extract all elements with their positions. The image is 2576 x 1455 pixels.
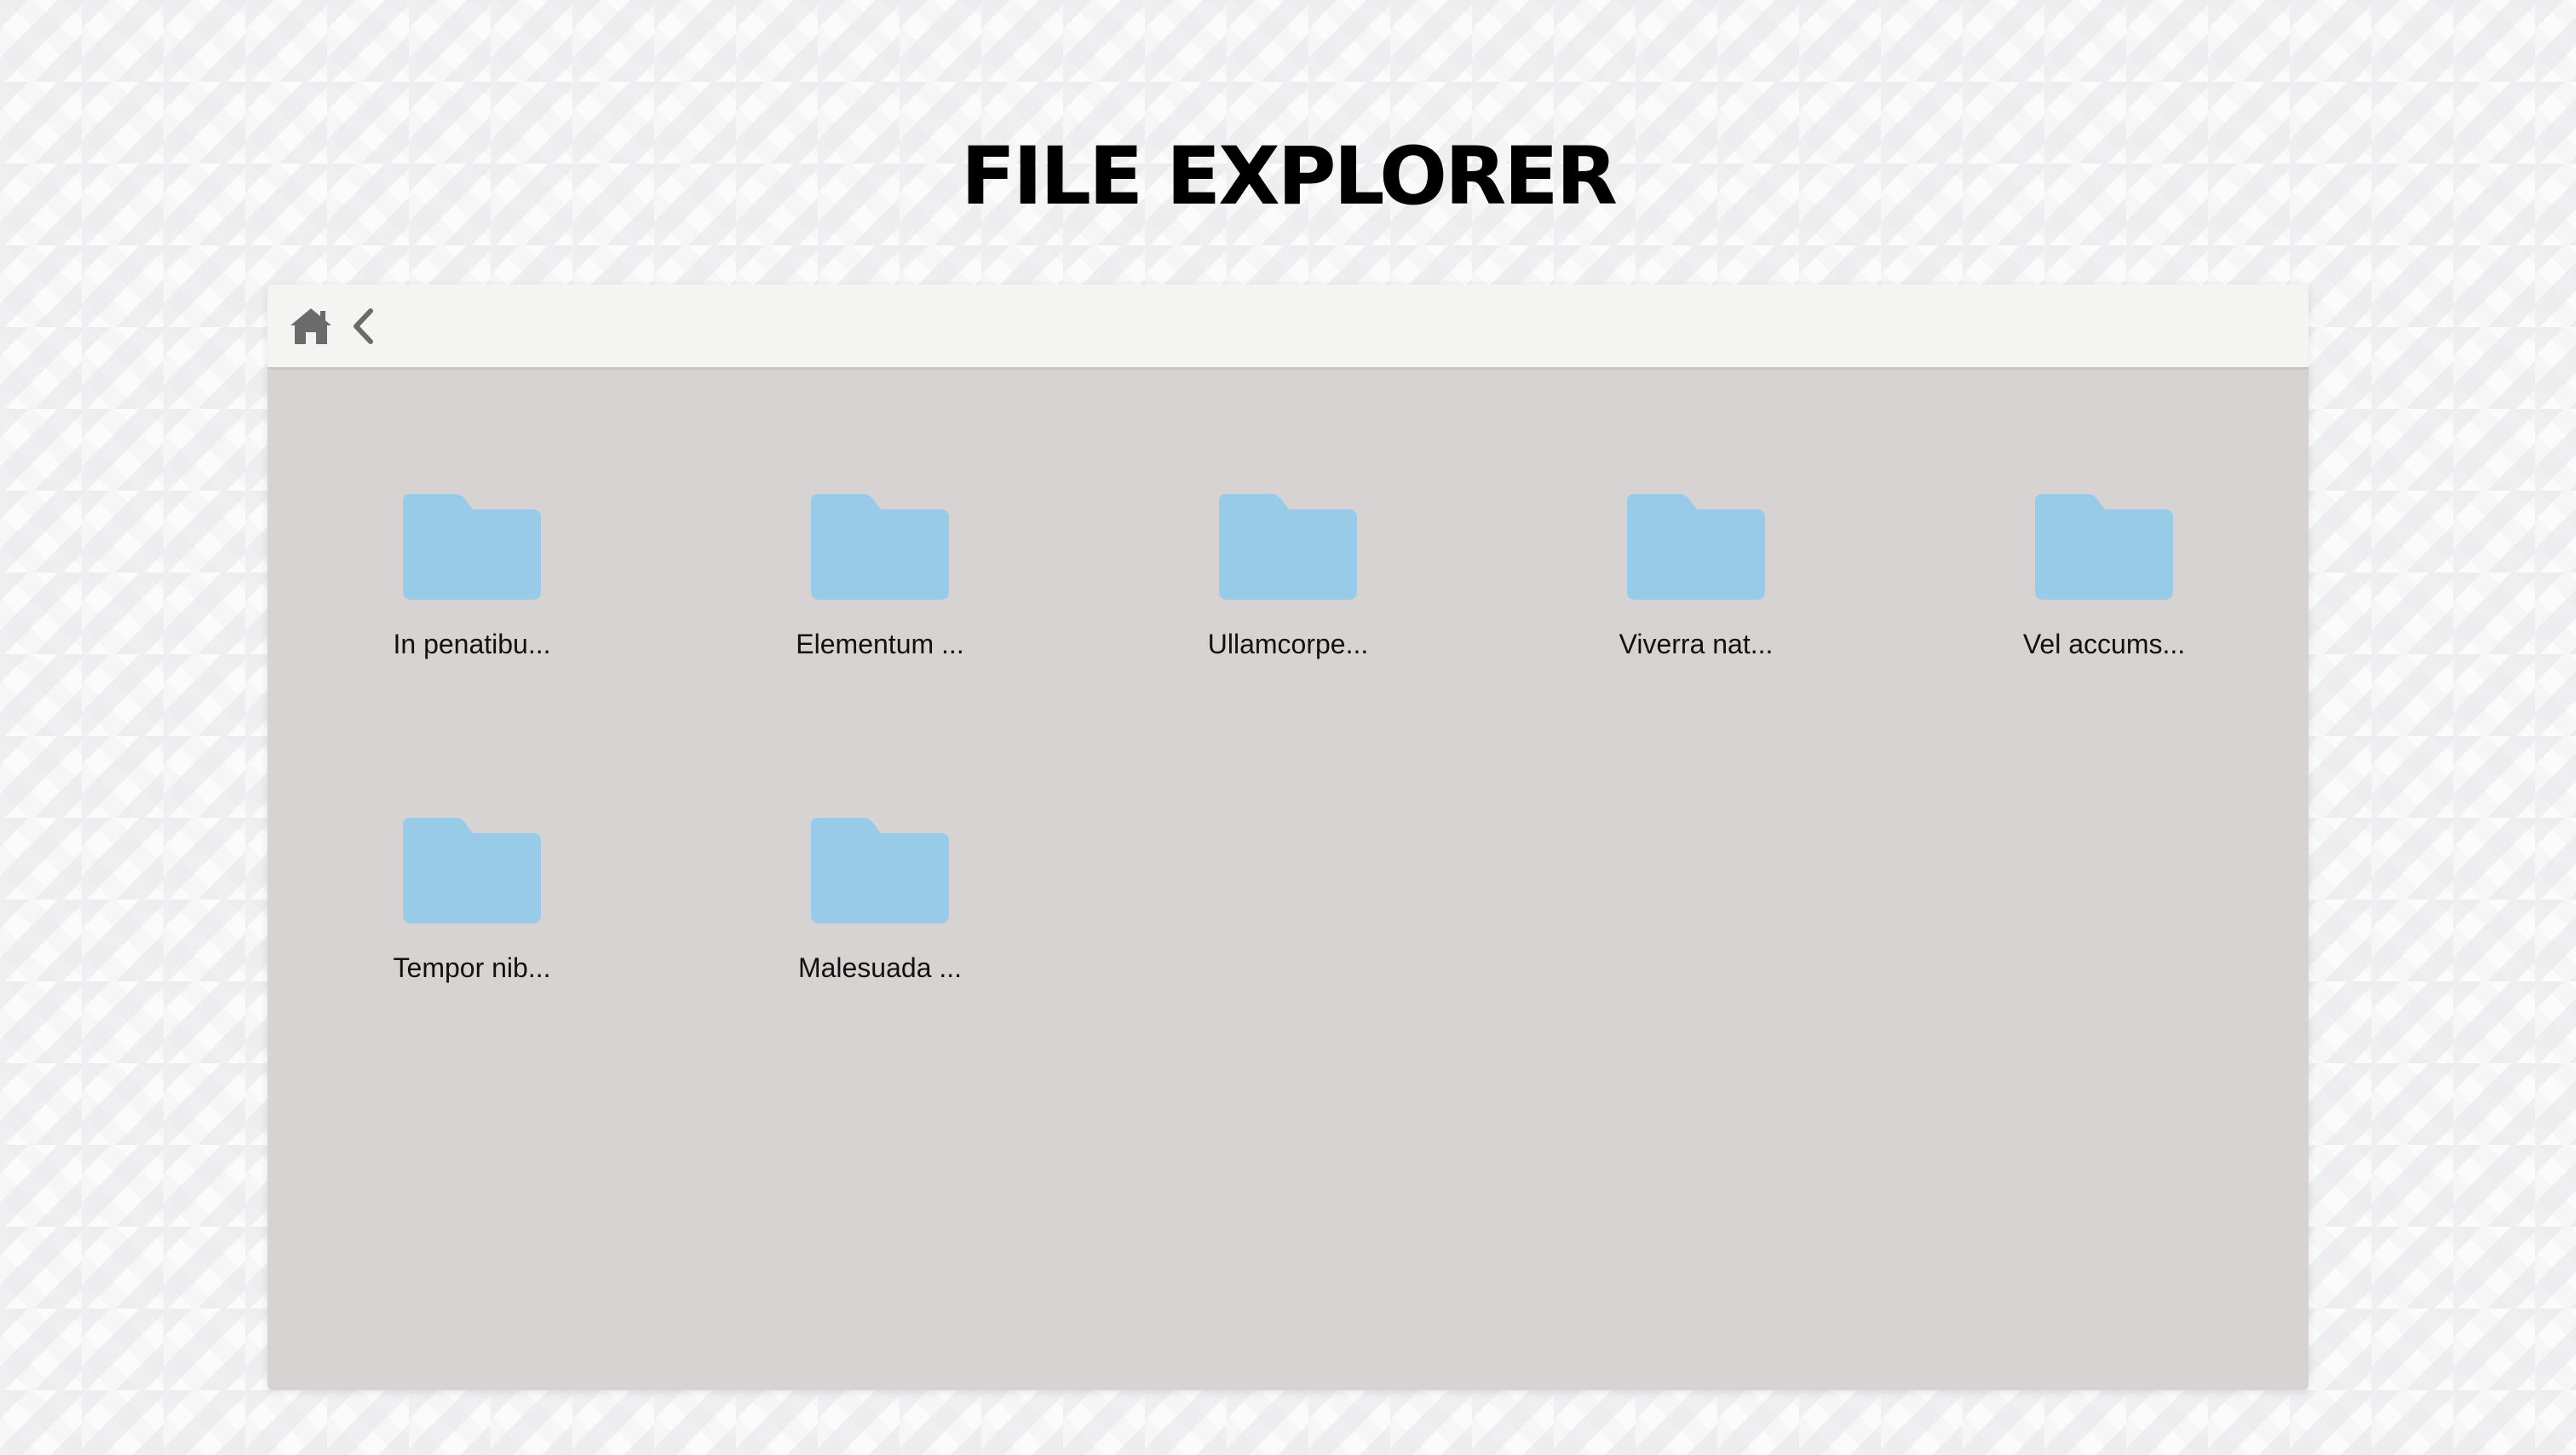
folder-label: Ullamcorpe... xyxy=(1207,629,1369,659)
folder-icon xyxy=(403,494,541,600)
folder-label: Elementum ... xyxy=(796,629,964,659)
back-button[interactable] xyxy=(348,303,378,349)
folder-icon xyxy=(1627,494,1765,600)
home-icon xyxy=(290,308,331,344)
folder-icon xyxy=(811,494,949,600)
folder-item[interactable]: Ullamcorpe... xyxy=(1177,494,1399,699)
folder-icon xyxy=(2035,494,2173,600)
folder-item[interactable]: Tempor nib... xyxy=(361,818,583,1022)
folder-icon xyxy=(1219,494,1357,600)
folder-item[interactable]: In penatibu... xyxy=(361,494,583,699)
folder-label: Malesuada ... xyxy=(797,952,963,983)
folder-item[interactable]: Malesuada ... xyxy=(769,818,991,1022)
folder-item[interactable]: Vel accums... xyxy=(1993,494,2215,699)
folder-label: Tempor nib... xyxy=(393,952,551,983)
folder-icon xyxy=(811,818,949,923)
toolbar xyxy=(267,285,2309,370)
page-title: FILE EXPLORER xyxy=(960,130,1618,223)
folder-icon xyxy=(403,818,541,923)
home-button[interactable] xyxy=(288,303,334,349)
folder-label: Viverra nat... xyxy=(1619,629,1774,659)
folder-item[interactable]: Elementum ... xyxy=(769,494,991,699)
folder-label: Vel accums... xyxy=(2022,629,2186,659)
chevron-left-icon xyxy=(354,308,373,344)
folder-item[interactable]: Viverra nat... xyxy=(1585,494,1807,699)
folder-label: In penatibu... xyxy=(393,629,551,659)
folder-content-area: In penatibu... Elementum ... Ullamcorpe.… xyxy=(267,370,2309,1390)
file-explorer-window: In penatibu... Elementum ... Ullamcorpe.… xyxy=(267,285,2309,1390)
